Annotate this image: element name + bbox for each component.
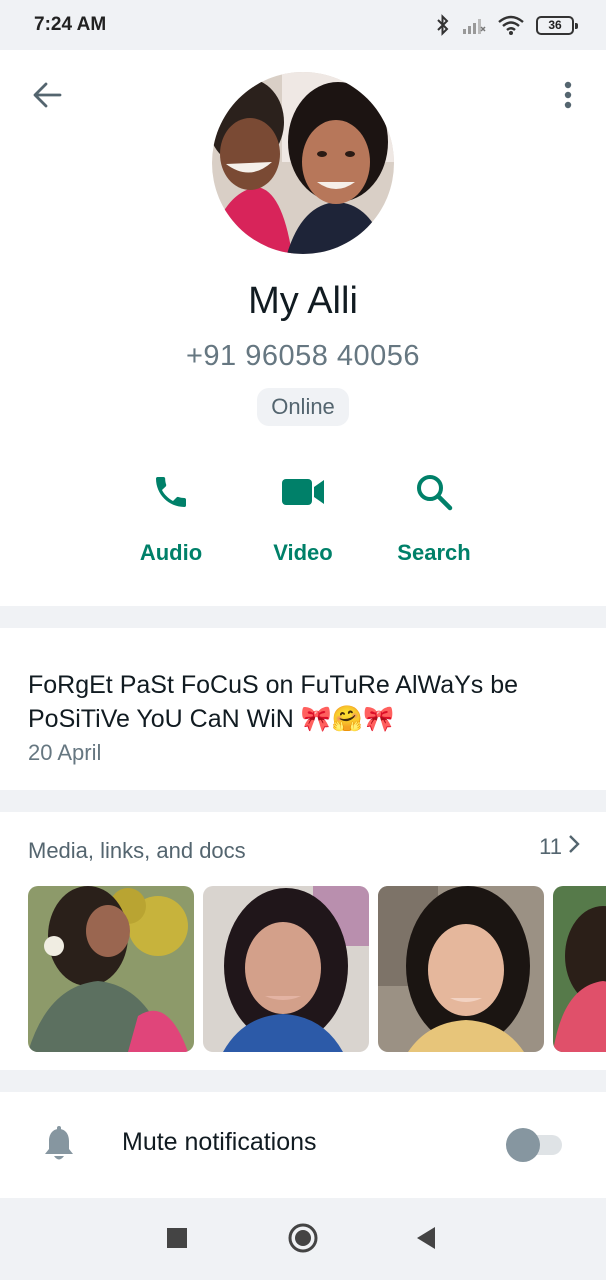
video-label: Video: [273, 540, 333, 565]
status-icons: 36: [436, 14, 578, 36]
contact-phone: +91 96058 40056: [185, 340, 421, 372]
status-bar: 7:24 AM 36: [0, 0, 606, 50]
bell-icon: [44, 1126, 74, 1167]
action-row: Audio Video Search: [0, 468, 606, 568]
about-card[interactable]: FoRgEt PaSt FoCuS on FuTuRe AlWaYs be Po…: [0, 628, 606, 790]
more-vertical-icon: [564, 81, 572, 114]
mute-notifications-label: Mute notifications: [122, 1128, 317, 1156]
presence-status: Online: [257, 388, 349, 426]
about-date: 20 April: [28, 740, 102, 765]
chevron-right-icon: [568, 834, 580, 860]
video-call-button[interactable]: Video: [243, 468, 363, 566]
bluetooth-icon: [436, 14, 450, 36]
square-icon: [166, 1227, 188, 1254]
triangle-back-icon: [415, 1226, 437, 1255]
wifi-icon: [498, 15, 524, 35]
audio-label: Audio: [139, 540, 203, 565]
mute-toggle[interactable]: [506, 1128, 562, 1162]
media-count-button[interactable]: 11: [539, 834, 580, 860]
search-button[interactable]: Search: [374, 468, 494, 566]
circle-icon: [287, 1222, 319, 1259]
back-button[interactable]: [26, 76, 68, 118]
more-options-button[interactable]: [550, 76, 586, 118]
status-time: 7:24 AM: [34, 14, 107, 35]
media-card: Media, links, and docs 11: [0, 812, 606, 1070]
contact-name: My Alli: [248, 280, 358, 322]
media-count: 11: [539, 834, 562, 859]
signal-icon: [462, 15, 486, 35]
media-thumbnail[interactable]: [553, 886, 606, 1052]
profile-card: My Alli +91 96058 40056 Online Audio Vid…: [0, 50, 606, 606]
audio-call-button[interactable]: Audio: [111, 468, 231, 566]
recents-button[interactable]: [157, 1220, 197, 1260]
media-thumbnail[interactable]: [203, 886, 369, 1052]
media-thumbnail[interactable]: [28, 886, 194, 1052]
toggle-knob: [506, 1128, 540, 1162]
search-label: Search: [397, 540, 471, 565]
battery-icon: 36: [536, 15, 578, 35]
media-thumbnail[interactable]: [378, 886, 544, 1052]
search-icon: [374, 468, 494, 516]
back-nav-button[interactable]: [406, 1220, 446, 1260]
arrow-left-icon: [32, 81, 62, 114]
phone-icon: [111, 468, 231, 516]
about-text: FoRgEt PaSt FoCuS on FuTuRe AlWaYs be Po…: [28, 671, 519, 733]
media-title: Media, links, and docs: [28, 838, 246, 863]
home-button[interactable]: [283, 1220, 323, 1260]
system-nav-bar: [0, 1200, 606, 1280]
video-icon: [243, 468, 363, 516]
mute-notifications-row[interactable]: Mute notifications: [0, 1092, 606, 1198]
avatar[interactable]: [212, 72, 394, 254]
